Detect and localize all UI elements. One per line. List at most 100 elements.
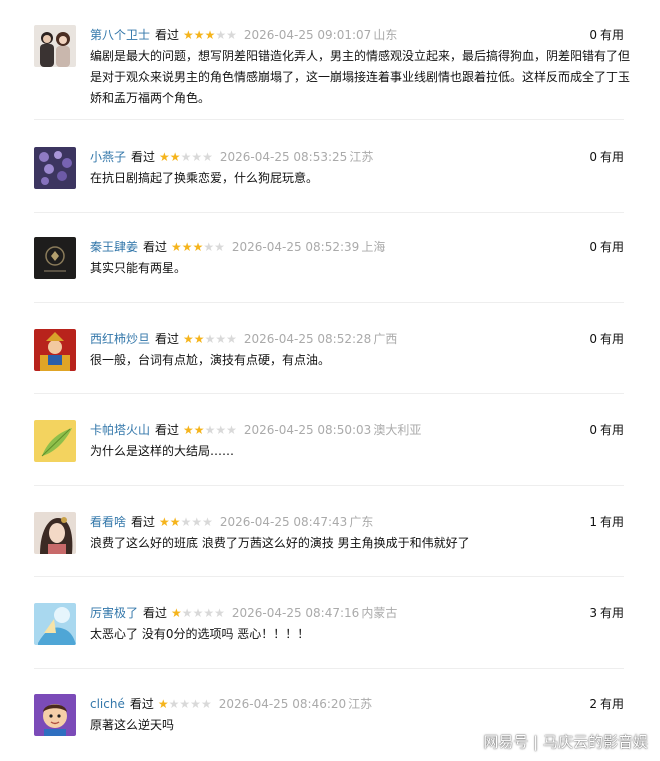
divider [34,576,624,577]
review-time: 2026-04-25 08:52:39 [231,240,360,254]
username-link[interactable]: 厉害极了 [90,606,138,620]
useful-vote-button[interactable]: 0 有用 [589,26,624,44]
review-location: 澳大利亚 [373,423,422,437]
star-empty-icon: ★ [202,150,213,164]
useful-count: 0 [589,28,597,42]
avatar-yellow-leaf[interactable] [34,420,76,462]
star-empty-icon: ★ [181,606,193,620]
username-link[interactable]: 卡帕塔火山 [90,423,150,437]
star-empty-icon: ★ [204,332,216,346]
divider [34,212,624,213]
username-link[interactable]: 看看啥 [90,515,126,529]
useful-vote-button[interactable]: 0 有用 [589,148,624,166]
star-filled-icon: ★ [157,697,169,711]
review-time: 2026-04-25 08:46:20 [218,697,347,711]
review-meta: 看看啥 看过 ★★★★★ 2026-04-25 08:47:43 广东 [90,513,373,531]
rating-stars: ★★★★★ [159,515,213,529]
star-filled-icon: ★ [181,240,193,254]
avatar-dark-emblem[interactable] [34,237,76,279]
useful-vote-button[interactable]: 2 有用 [589,695,624,713]
star-filled-icon: ★ [193,423,205,437]
useful-count: 0 [589,332,597,346]
avatar-cartoon-boy[interactable] [34,694,76,736]
watched-label: 看过 [155,423,180,437]
watched-label: 看过 [129,697,154,711]
star-empty-icon: ★ [214,240,225,254]
useful-vote-button[interactable]: 0 有用 [589,330,624,348]
useful-count: 3 [589,606,597,620]
watched-label: 看过 [143,240,168,254]
star-empty-icon: ★ [226,332,237,346]
review-content: 浪费了这么好的班底 浪费了万茜这么好的演技 男主角换成于和伟就好了 [90,536,470,550]
review-content: 为什么是这样的大结局…… [90,444,235,458]
watched-label: 看过 [143,606,168,620]
review-location: 上海 [361,240,386,254]
username-link[interactable]: 第八个卫士 [90,28,150,42]
star-empty-icon: ★ [180,515,192,529]
star-filled-icon: ★ [183,28,194,42]
star-empty-icon: ★ [226,28,237,42]
review-content: 很一般，台词有点尬，演技有点硬，有点油。 [90,353,331,367]
star-filled-icon: ★ [169,515,181,529]
watermark: 网易号 | 马庆云的影音娱 [483,733,648,751]
rating-stars: ★★★★★ [159,150,213,164]
star-filled-icon: ★ [193,28,205,42]
star-filled-icon: ★ [183,423,194,437]
review-location: 山东 [373,28,398,42]
review-meta: 第八个卫士 看过 ★★★★★ 2026-04-25 09:01:07 山东 [90,26,397,44]
star-empty-icon: ★ [192,606,204,620]
rating-stars: ★★★★★ [183,28,237,42]
useful-label: 有用 [599,697,624,711]
review-location: 广西 [373,332,398,346]
useful-count: 0 [589,150,597,164]
star-empty-icon: ★ [215,28,227,42]
star-empty-icon: ★ [180,150,192,164]
divider [34,302,624,303]
useful-label: 有用 [599,423,624,437]
avatar-red-deity[interactable] [34,329,76,371]
avatar-lavender-flowers[interactable] [34,147,76,189]
review-meta: 秦王肆姜 看过 ★★★★★ 2026-04-25 08:52:39 上海 [90,238,385,256]
useful-label: 有用 [599,606,624,620]
review-time: 2026-04-25 08:47:16 [231,606,360,620]
star-filled-icon: ★ [193,332,205,346]
star-empty-icon: ★ [200,697,212,711]
review-time: 2026-04-25 08:53:25 [219,150,348,164]
review-location: 江苏 [348,697,373,711]
useful-vote-button[interactable]: 0 有用 [589,421,624,439]
star-filled-icon: ★ [159,515,170,529]
watched-label: 看过 [131,150,156,164]
review-time: 2026-04-25 08:50:03 [243,423,372,437]
review-content: 编剧是最大的问题，想写阴差阳错造化弄人，男主的情感观没立起来，最后搞得狗血，阴差… [90,49,631,105]
avatar-costume-woman[interactable] [34,512,76,554]
star-filled-icon: ★ [192,240,204,254]
star-filled-icon: ★ [171,606,182,620]
divider [34,485,624,486]
avatar-couple-photo[interactable] [34,25,76,67]
star-empty-icon: ★ [226,423,237,437]
username-link[interactable]: 西红柿炒旦 [90,332,150,346]
useful-vote-button[interactable]: 1 有用 [589,513,624,531]
username-link[interactable]: 秦王肆姜 [90,240,138,254]
useful-label: 有用 [599,240,624,254]
review-location: 江苏 [349,150,374,164]
review-content: 太恶心了 没有0分的选项吗 恶心！！！！ [90,627,310,641]
review-meta: 厉害极了 看过 ★★★★★ 2026-04-25 08:47:16 内蒙古 [90,604,397,622]
useful-vote-button[interactable]: 3 有用 [589,604,624,622]
review-meta: cliché 看过 ★★★★★ 2026-04-25 08:46:20 江苏 [90,695,372,713]
username-link[interactable]: cliché [90,697,125,711]
useful-vote-button[interactable]: 0 有用 [589,238,624,256]
rating-stars: ★★★★★ [171,606,225,620]
avatar-blue-fantasy[interactable] [34,603,76,645]
divider [34,668,624,669]
username-link[interactable]: 小燕子 [90,150,126,164]
watched-label: 看过 [155,332,180,346]
watched-label: 看过 [155,28,180,42]
review-time: 2026-04-25 08:52:28 [243,332,372,346]
star-filled-icon: ★ [159,150,170,164]
star-filled-icon: ★ [183,332,194,346]
useful-count: 0 [589,240,597,254]
star-filled-icon: ★ [204,28,216,42]
useful-count: 1 [589,515,597,529]
star-empty-icon: ★ [190,697,201,711]
